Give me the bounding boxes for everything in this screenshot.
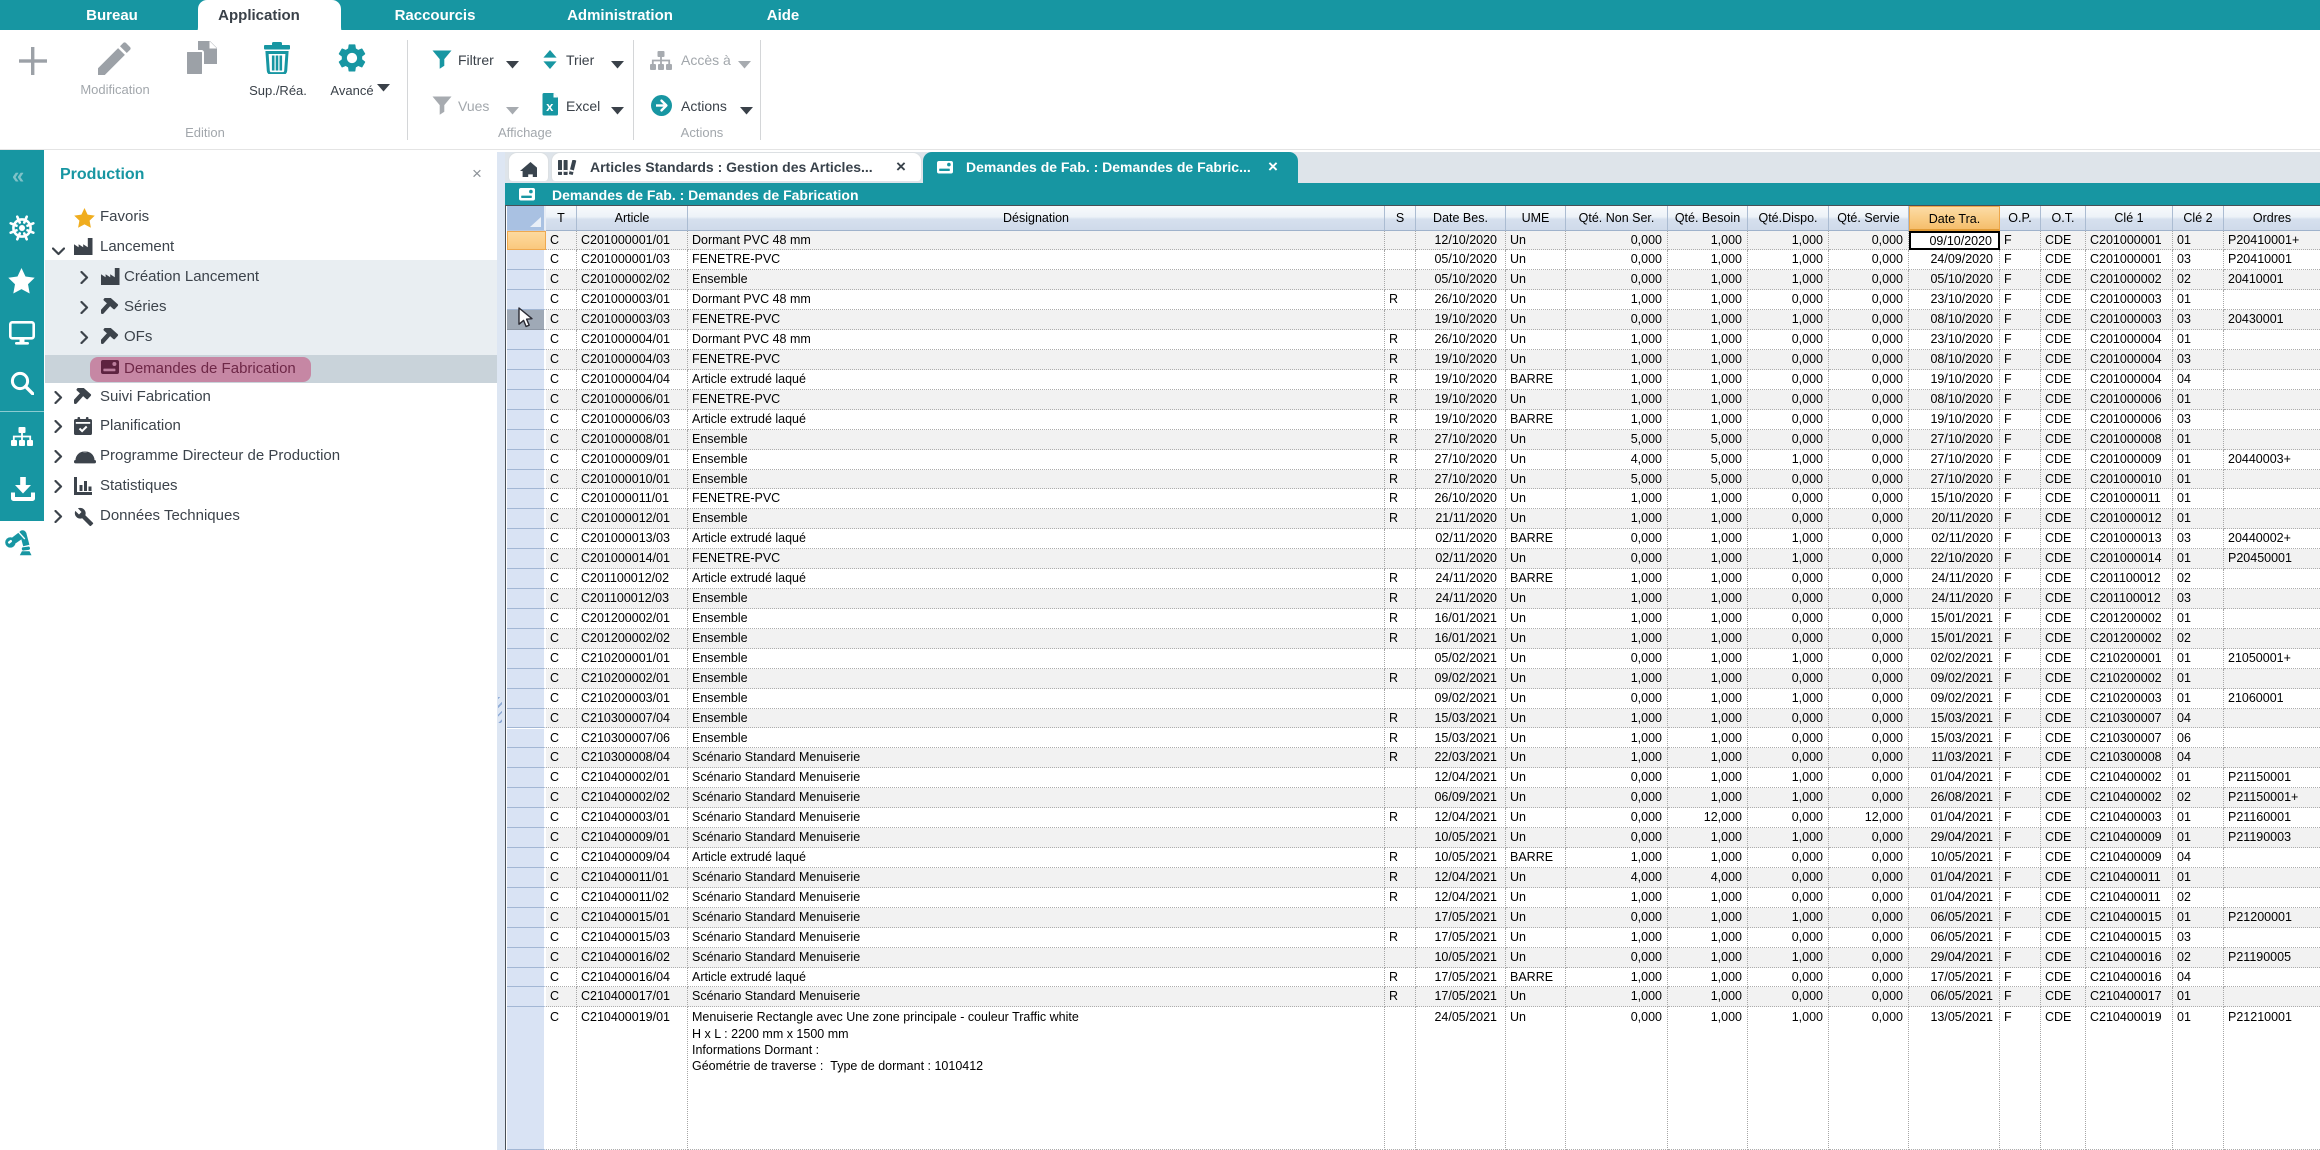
svg-text:x: x [546,99,554,114]
